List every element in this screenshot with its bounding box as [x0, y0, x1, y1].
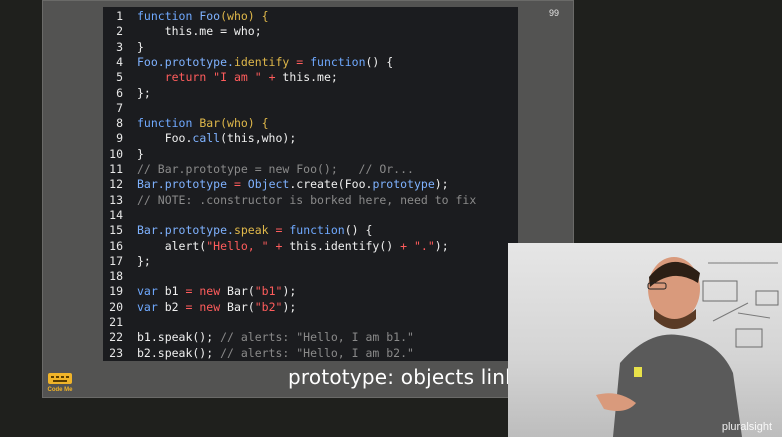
code-line: 20 var b2 = new Bar("b2"); — [103, 300, 518, 315]
presenter-image — [596, 257, 779, 437]
code-line: 3} — [103, 40, 518, 55]
code-line: 9 Foo.call(this,who); — [103, 131, 518, 146]
code-text: var b2 = new Bar("b2"); — [137, 299, 297, 314]
code-line: 15 Bar.prototype.speak = function() { — [103, 223, 518, 238]
code-line: 2 this.me = who; — [103, 24, 518, 39]
code-text: function Foo(who) { — [137, 9, 269, 23]
code-line: 12 Bar.prototype = Object.create(Foo.prot… — [103, 177, 518, 192]
presentation-slide: 99 1 function Foo(who) {2 this.me = who; 3… — [42, 0, 574, 398]
line-number: 3 — [116, 39, 123, 54]
code-text: this.me = who; — [137, 24, 262, 39]
code-text: function Bar(who) { — [137, 116, 269, 131]
code-text: b2.speak(); // alerts: "Hello, I am b2." — [137, 345, 414, 360]
code-line: 10} — [103, 147, 518, 162]
code-panel: 1 function Foo(who) {2 this.me = who; 3} 4 F… — [103, 7, 518, 361]
code-text: } — [137, 146, 144, 161]
presenter-video: pluralsight — [508, 243, 782, 437]
code-line: 21 — [103, 315, 518, 330]
code-line: 1 function Foo(who) { — [103, 9, 518, 24]
line-number: 17 — [109, 253, 123, 268]
code-text: }; — [137, 253, 151, 268]
line-number: 12 — [109, 177, 123, 192]
line-number: 20 — [109, 299, 123, 314]
code-line: 8 function Bar(who) { — [103, 116, 518, 131]
code-text: b1.speak(); // alerts: "Hello, I am b1." — [137, 330, 414, 345]
line-number: 23 — [109, 345, 123, 360]
code-text: Foo.call(this,who); — [137, 131, 297, 146]
code-line: 19 var b1 = new Bar("b1"); — [103, 284, 518, 299]
pluralsight-watermark: pluralsight — [721, 421, 772, 433]
line-number: 11 — [109, 162, 123, 176]
code-text: Bar.prototype.speak = function() { — [137, 223, 373, 238]
line-number: 19 — [109, 284, 123, 299]
line-number: 14 — [109, 207, 123, 222]
code-text: Bar.prototype = Object.create(Foo.protot… — [137, 177, 449, 192]
code-text: }; — [137, 85, 151, 100]
line-number: 18 — [109, 269, 123, 284]
line-number: 21 — [109, 315, 123, 329]
line-number: 2 — [116, 24, 123, 39]
code-line: 6}; — [103, 86, 518, 101]
line-number: 6 — [116, 85, 123, 100]
line-number: 9 — [116, 131, 123, 146]
code-line: 16 alert("Hello, " + this.identify() + "… — [103, 239, 518, 254]
code-text: // Bar.prototype = new Foo(); // Or... — [137, 162, 414, 176]
line-number: 16 — [109, 238, 123, 253]
code-text: var b1 = new Bar("b1"); — [137, 284, 297, 299]
line-number: 22 — [109, 330, 123, 345]
line-number: 4 — [116, 54, 123, 69]
code-line: 23 b2.speak(); // alerts: "Hello, I am b2… — [103, 346, 518, 361]
code-line: 4 Foo.prototype.identify = function() { — [103, 55, 518, 70]
code-text: Foo.prototype.identify = function() { — [137, 54, 394, 69]
line-number: 10 — [109, 146, 123, 161]
logo-text: Code Me — [47, 387, 73, 393]
code-text: } — [137, 39, 144, 54]
line-number: 8 — [116, 116, 123, 131]
line-number: 15 — [109, 223, 123, 238]
code-line: 13 // NOTE: .constructor is borked here, … — [103, 193, 518, 208]
line-number: 1 — [116, 9, 123, 23]
code-text: alert("Hello, " + this.identify() + ".")… — [137, 238, 449, 253]
code-line: 11 // Bar.prototype = new Foo(); // Or... — [103, 162, 518, 177]
line-number: 13 — [109, 192, 123, 207]
slide-number: 99 — [548, 8, 559, 18]
code-line: 22 b1.speak(); // alerts: "Hello, I am b1… — [103, 330, 518, 345]
code-line: 18 — [103, 269, 518, 284]
line-number: 5 — [116, 70, 123, 85]
slide-caption: prototype: objects linked — [288, 365, 542, 389]
code-line: 5 return "I am " + this.me; — [103, 70, 518, 85]
line-number: 7 — [116, 100, 123, 115]
code-text: // NOTE: .constructor is borked here, ne… — [137, 192, 477, 207]
code-line: 17}; — [103, 254, 518, 269]
code-me-logo: Code Me — [45, 369, 75, 395]
code-text: return "I am " + this.me; — [164, 70, 338, 85]
code-line: 14 — [103, 208, 518, 223]
keyboard-icon — [48, 373, 72, 384]
code-line: 7 — [103, 101, 518, 116]
